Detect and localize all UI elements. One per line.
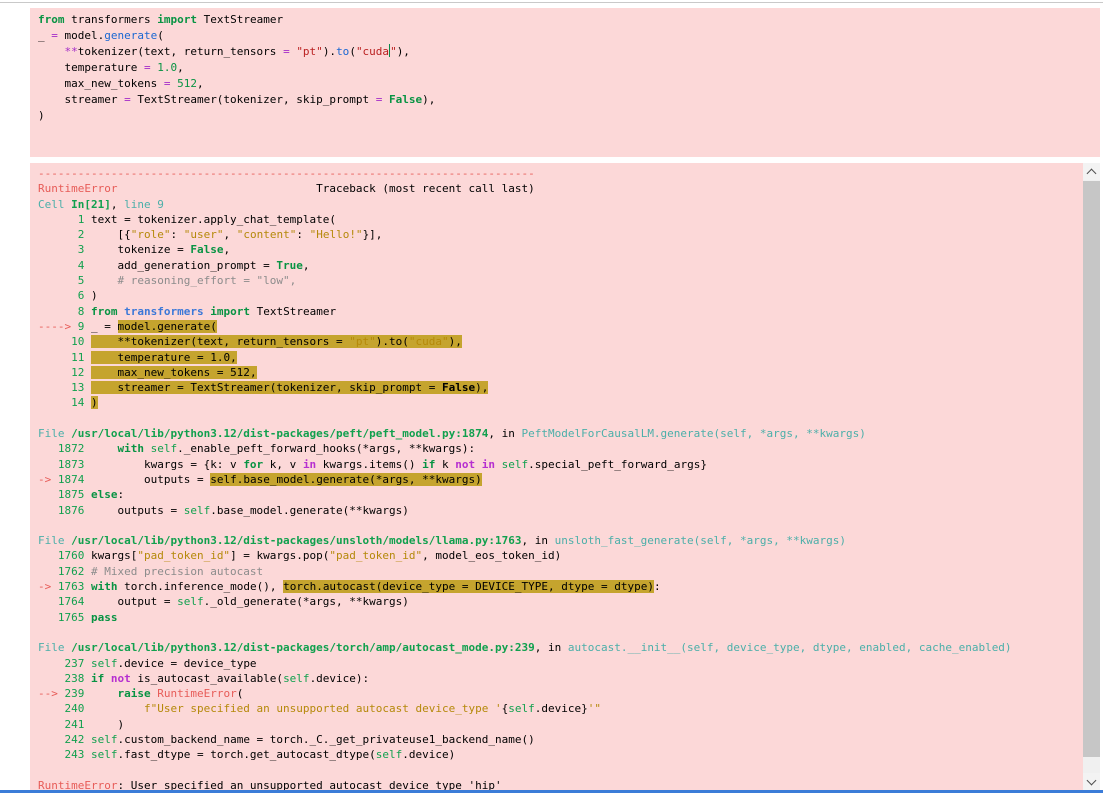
traceback-content: ----------------------------------------… (30, 163, 1083, 793)
top-border-line (0, 2, 1103, 3)
output-scrollbar[interactable] (1083, 163, 1100, 790)
scrollbar-thumb[interactable] (1083, 181, 1100, 757)
scrollbar-down-button[interactable] (1083, 773, 1100, 790)
error-traceback-output: ----------------------------------------… (30, 163, 1083, 790)
cell-focus-border (0, 790, 1103, 793)
code-editor-content[interactable]: from transformers import TextStreamer_ =… (30, 8, 1100, 124)
code-cell-editor[interactable]: from transformers import TextStreamer_ =… (30, 8, 1100, 157)
chevron-down-icon (1087, 776, 1097, 786)
chevron-up-icon (1087, 169, 1097, 179)
scrollbar-up-button[interactable] (1083, 163, 1100, 180)
